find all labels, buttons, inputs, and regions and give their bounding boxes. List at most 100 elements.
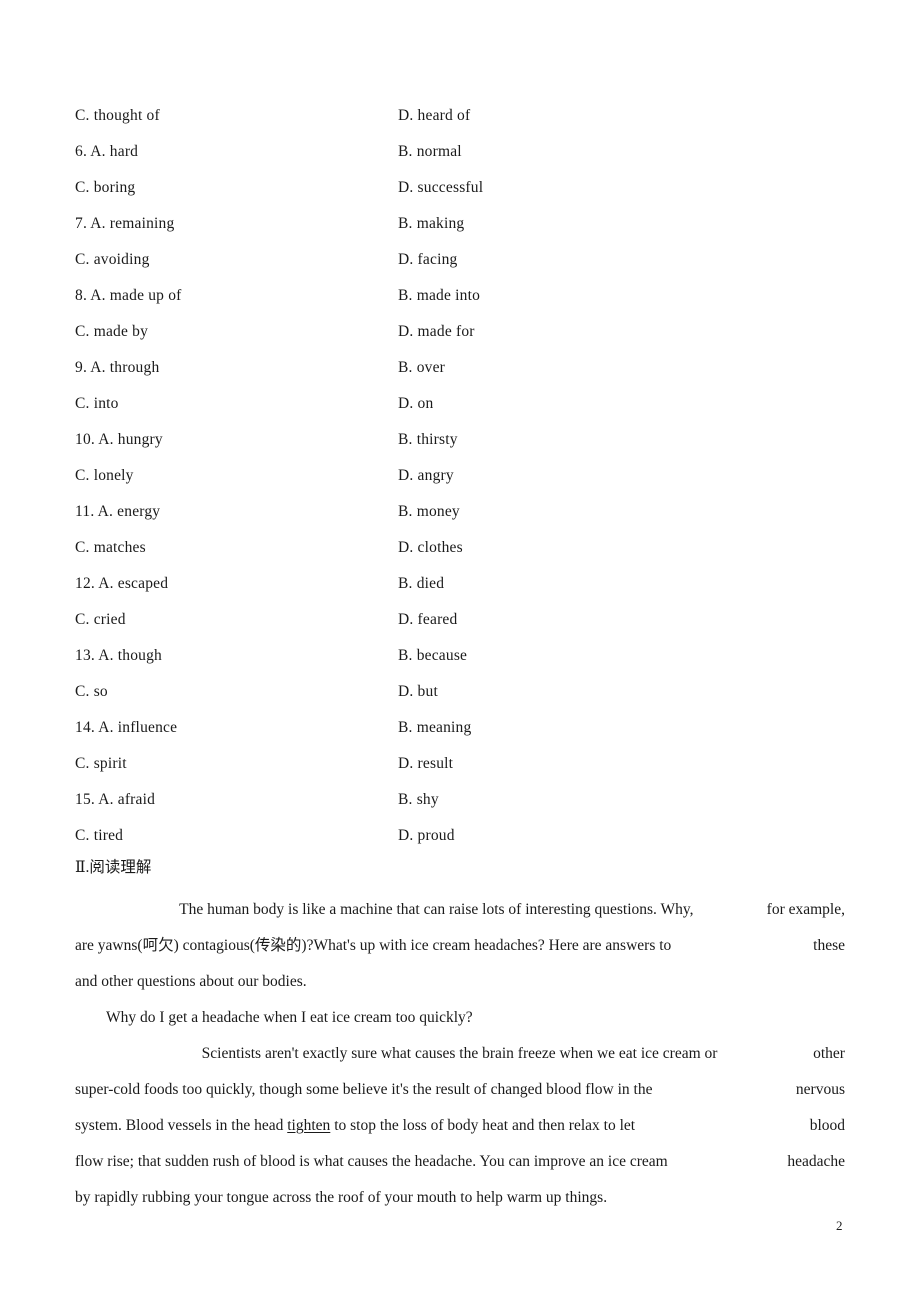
passage-text: to stop the loss of body heat and then r… (330, 1117, 636, 1134)
option-right: D. made for (398, 323, 475, 340)
option-row: 8. A. made up of B. made into (75, 278, 850, 314)
option-row: 15. A. afraid B. shy (75, 782, 850, 818)
option-left: C. avoiding (75, 251, 150, 268)
option-right: B. normal (398, 143, 462, 160)
option-row: 7. A. remaining B. making (75, 206, 850, 242)
option-left: 9. A. through (75, 359, 160, 376)
option-left: C. tired (75, 827, 124, 844)
paragraph-indent (75, 1036, 106, 1072)
option-row: 11. A. energy B. money (75, 494, 850, 530)
passage-paragraph: Scientists aren't exactly sure what caus… (75, 1036, 845, 1216)
option-right: D. result (398, 755, 454, 772)
option-row: 6. A. hard B. normal (75, 134, 850, 170)
section-heading-reading: Ⅱ.阅读理解 (75, 859, 152, 876)
passage-text: The human body is like a machine that ca… (179, 901, 694, 918)
passage-text: headache (787, 1153, 845, 1170)
passage-line: The human body is like a machine that ca… (75, 892, 845, 928)
passage-line: Scientists aren't exactly sure what caus… (75, 1036, 845, 1072)
option-right: B. shy (398, 791, 439, 808)
passage-paragraph: The human body is like a machine that ca… (75, 892, 845, 1000)
option-right: D. on (398, 395, 434, 412)
passage-text: are yawns(呵欠) contagious(传染的)?What's up … (75, 937, 672, 954)
option-right: B. made into (398, 287, 481, 304)
passage-text: by rapidly rubbing your tongue across th… (75, 1189, 608, 1206)
option-right: B. making (398, 215, 465, 232)
passage-text: for example, (766, 901, 845, 918)
passage-paragraph: Why do I get a headache when I eat ice c… (75, 1000, 845, 1036)
passage-line: flow rise; that sudden rush of blood is … (75, 1144, 845, 1180)
cloze-options-list: C. thought of D. heard of 6. A. hard B. … (75, 98, 850, 854)
option-right: B. died (398, 575, 445, 592)
passage-text: nervous (795, 1081, 845, 1098)
option-left: C. matches (75, 539, 146, 556)
option-left: 10. A. hungry (75, 431, 163, 448)
option-left: C. lonely (75, 467, 134, 484)
option-row: C. boring D. successful (75, 170, 850, 206)
option-left: 8. A. made up of (75, 287, 182, 304)
option-right: D. angry (398, 467, 454, 484)
highlighted-word-tighten: tighten (287, 1117, 331, 1134)
option-left: 15. A. afraid (75, 791, 156, 808)
option-row: C. spirit D. result (75, 746, 850, 782)
option-right: B. because (398, 647, 468, 664)
option-left: 13. A. though (75, 647, 162, 664)
passage-text: super-cold foods too quickly, though som… (75, 1081, 653, 1098)
reading-passage: The human body is like a machine that ca… (75, 892, 845, 1216)
option-right: B. thirsty (398, 431, 458, 448)
passage-line: by rapidly rubbing your tongue across th… (75, 1180, 845, 1216)
passage-line: system. Blood vessels in the head tighte… (75, 1108, 845, 1144)
option-right: B. meaning (398, 719, 472, 736)
passage-text: Why do I get a headache when I eat ice c… (106, 1009, 473, 1026)
option-row: C. lonely D. angry (75, 458, 850, 494)
option-left: C. spirit (75, 755, 127, 772)
option-left: 6. A. hard (75, 143, 139, 160)
option-right: B. over (398, 359, 446, 376)
option-row: C. avoiding D. facing (75, 242, 850, 278)
option-right: D. successful (398, 179, 484, 196)
option-row: 13. A. though B. because (75, 638, 850, 674)
option-row: 9. A. through B. over (75, 350, 850, 386)
option-left: 7. A. remaining (75, 215, 175, 232)
option-right: D. facing (398, 251, 458, 268)
option-right: D. proud (398, 827, 455, 844)
option-left: 12. A. escaped (75, 575, 169, 592)
passage-text: system. Blood vessels in the head (75, 1117, 288, 1134)
option-row: 10. A. hungry B. thirsty (75, 422, 850, 458)
passage-line: and other questions about our bodies. (75, 964, 845, 1000)
option-row: C. thought of D. heard of (75, 98, 850, 134)
passage-line: are yawns(呵欠) contagious(传染的)?What's up … (75, 928, 845, 964)
option-left: C. so (75, 683, 108, 700)
option-right: D. clothes (398, 539, 463, 556)
option-row: C. cried D. feared (75, 602, 850, 638)
option-left: 14. A. influence (75, 719, 178, 736)
passage-text: blood (809, 1117, 845, 1134)
option-row: C. made by D. made for (75, 314, 850, 350)
passage-text: and other questions about our bodies. (75, 973, 307, 990)
option-left: C. made by (75, 323, 149, 340)
passage-line: super-cold foods too quickly, though som… (75, 1072, 845, 1108)
option-row: C. matches D. clothes (75, 530, 850, 566)
document-page: C. thought of D. heard of 6. A. hard B. … (0, 0, 920, 1302)
option-left: C. thought of (75, 107, 160, 124)
paragraph-indent (75, 1000, 106, 1036)
passage-text: other (813, 1045, 845, 1062)
option-right: B. money (398, 503, 460, 520)
passage-text: flow rise; that sudden rush of blood is … (75, 1153, 668, 1170)
option-right: D. feared (398, 611, 458, 628)
option-row: C. tired D. proud (75, 818, 850, 854)
option-left: 11. A. energy (75, 503, 161, 520)
option-left: C. cried (75, 611, 126, 628)
passage-line-group: system. Blood vessels in the head tighte… (75, 1108, 635, 1144)
passage-text: Scientists aren't exactly sure what caus… (201, 1045, 718, 1062)
option-right: D. but (398, 683, 438, 700)
page-number: 2 (836, 1218, 843, 1233)
option-right: D. heard of (398, 107, 471, 124)
option-left: C. boring (75, 179, 136, 196)
option-left: C. into (75, 395, 119, 412)
option-row: 12. A. escaped B. died (75, 566, 850, 602)
option-row: 14. A. influence B. meaning (75, 710, 850, 746)
passage-line: Why do I get a headache when I eat ice c… (75, 1000, 845, 1036)
passage-text: these (813, 937, 845, 954)
paragraph-indent (75, 892, 106, 928)
option-row: C. so D. but (75, 674, 850, 710)
